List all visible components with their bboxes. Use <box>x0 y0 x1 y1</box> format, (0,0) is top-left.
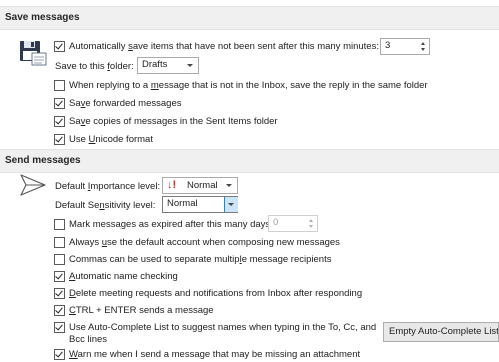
autocomplete-label-line2: Bcc lines <box>69 334 108 345</box>
default-account-checkbox[interactable] <box>54 237 65 248</box>
save-folder-label: Save to this folder: <box>55 61 134 72</box>
warn-missing-attachment-checkbox[interactable] <box>54 349 65 360</box>
sensitivity-dropdown[interactable]: Normal <box>162 196 238 213</box>
save-sent-copies-checkbox[interactable] <box>54 116 65 127</box>
sensitivity-value: Normal <box>167 198 198 209</box>
mark-expired-checkbox[interactable] <box>54 219 65 230</box>
autosave-minutes-value: 3 <box>385 40 391 51</box>
importance-value: Normal <box>187 180 218 191</box>
spin-up-icon[interactable] <box>421 42 425 45</box>
commas-separate-label: Commas can be used to separate multiple … <box>69 254 332 265</box>
ctrl-enter-sends-label: CTRL + ENTER sends a message <box>69 305 214 316</box>
delete-meeting-requests-checkbox[interactable] <box>54 288 65 299</box>
autosave-label: Automatically save items that have not b… <box>69 41 379 52</box>
spin-down-icon[interactable] <box>421 48 425 51</box>
save-messages-header: Save messages <box>0 6 499 30</box>
spin-up-icon[interactable] <box>309 219 313 222</box>
name-checking-checkbox[interactable] <box>54 271 65 282</box>
unicode-format-label: Use Unicode format <box>69 134 153 145</box>
ctrl-enter-sends-checkbox[interactable] <box>54 305 65 316</box>
send-messages-header: Send messages <box>0 149 499 173</box>
empty-autocomplete-button[interactable]: Empty Auto-Complete List <box>383 322 499 342</box>
chevron-down-icon <box>187 64 193 67</box>
sensitivity-label: Default Sensitivity level: <box>55 200 156 211</box>
reply-same-folder-checkbox[interactable] <box>54 80 65 91</box>
spin-down-icon[interactable] <box>309 225 313 228</box>
importance-arrow-icon: ↓! <box>167 179 177 191</box>
unicode-format-checkbox[interactable] <box>54 134 65 145</box>
autosave-minutes-spinner[interactable]: 3 <box>380 38 430 55</box>
expired-days-value: 0 <box>273 217 279 228</box>
save-messages-title: Save messages <box>5 12 80 23</box>
autosave-checkbox[interactable] <box>54 41 65 52</box>
mark-expired-label: Mark messages as expired after this many… <box>69 219 273 230</box>
send-plane-icon <box>20 174 46 196</box>
chevron-down-icon <box>226 184 232 187</box>
send-messages-title: Send messages <box>5 155 81 166</box>
save-forwarded-label: Save forwarded messages <box>69 98 182 109</box>
save-disk-icon <box>20 41 47 66</box>
expired-days-spinner[interactable]: 0 <box>268 215 318 232</box>
save-sent-copies-label: Save copies of messages in the Sent Item… <box>69 116 278 127</box>
name-checking-label: Automatic name checking <box>69 271 178 282</box>
save-folder-dropdown[interactable]: Drafts <box>137 57 199 74</box>
autocomplete-checkbox[interactable] <box>54 322 65 333</box>
commas-separate-checkbox[interactable] <box>54 254 65 265</box>
warn-missing-attachment-label: Warn me when I send a message that may b… <box>69 349 361 360</box>
autocomplete-label-line1: Use Auto-Complete List to suggest names … <box>69 322 377 333</box>
save-folder-value: Drafts <box>142 59 168 70</box>
importance-dropdown[interactable]: ↓! Normal <box>162 177 238 194</box>
chevron-down-icon <box>228 203 234 206</box>
default-account-label: Always use the default account when comp… <box>69 237 340 248</box>
importance-label: Default Importance level: <box>55 181 161 192</box>
reply-same-folder-label: When replying to a message that is not i… <box>69 80 428 91</box>
delete-meeting-requests-label: Delete meeting requests and notification… <box>69 288 363 299</box>
save-forwarded-checkbox[interactable] <box>54 98 65 109</box>
